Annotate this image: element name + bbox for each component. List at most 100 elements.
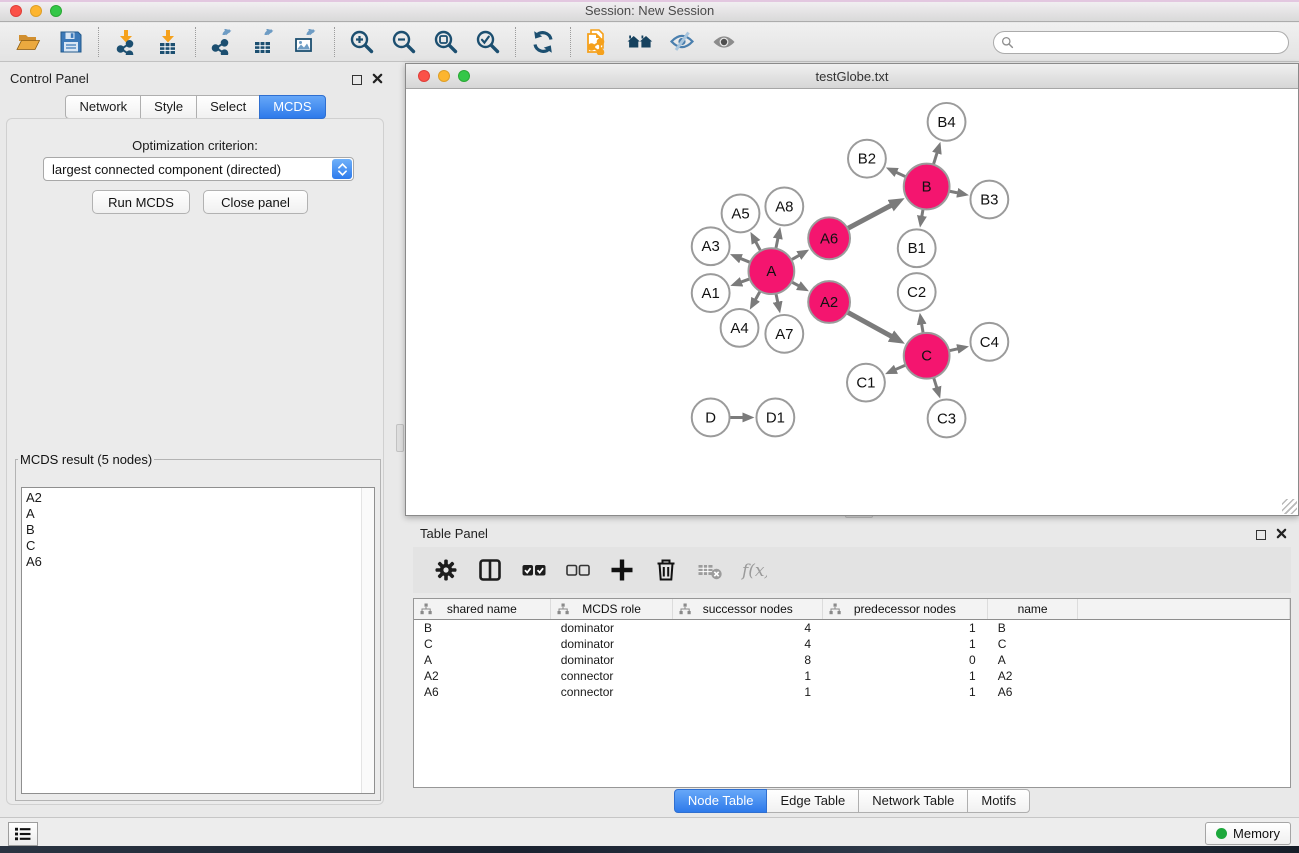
- open-file-button[interactable]: [8, 25, 50, 59]
- graph-node-A1[interactable]: A1: [692, 274, 730, 312]
- column-header-shared-name[interactable]: shared name: [414, 599, 551, 619]
- table-cell[interactable]: [1078, 636, 1290, 652]
- graph-node-D1[interactable]: D1: [756, 399, 794, 437]
- graph-node-B4[interactable]: B4: [928, 103, 966, 141]
- search-box[interactable]: [993, 31, 1289, 54]
- table-cell[interactable]: C: [414, 636, 551, 652]
- home-button[interactable]: [619, 25, 661, 59]
- tab-style[interactable]: Style: [140, 95, 197, 119]
- search-input[interactable]: [1019, 35, 1288, 50]
- criterion-select[interactable]: largest connected component (directed): [43, 157, 354, 181]
- close-panel-icon[interactable]: [372, 71, 383, 89]
- table-cell[interactable]: A6: [988, 684, 1079, 700]
- table-cell[interactable]: 8: [673, 652, 823, 668]
- table-cell[interactable]: [1078, 652, 1290, 668]
- table-cell[interactable]: dominator: [551, 636, 674, 652]
- graph-node-C3[interactable]: C3: [928, 400, 966, 438]
- table-cell[interactable]: 1: [823, 636, 988, 652]
- network-file-button[interactable]: [577, 25, 619, 59]
- save-session-button[interactable]: [50, 25, 92, 59]
- refresh-button[interactable]: [522, 25, 564, 59]
- zoom-fit-button[interactable]: [425, 25, 467, 59]
- table-cell[interactable]: A: [414, 652, 551, 668]
- table-cell[interactable]: 1: [673, 668, 823, 684]
- memory-button[interactable]: Memory: [1205, 822, 1291, 845]
- graph-node-C[interactable]: C: [904, 333, 950, 379]
- graph-node-A[interactable]: A: [748, 248, 794, 294]
- export-image-button[interactable]: [286, 25, 328, 59]
- table-cell[interactable]: 1: [823, 684, 988, 700]
- resize-grip-icon[interactable]: [1282, 499, 1297, 514]
- graph-node-A6[interactable]: A6: [808, 217, 850, 259]
- column-header-MCDS-role[interactable]: MCDS role: [551, 599, 674, 619]
- table-cell[interactable]: B: [414, 620, 551, 636]
- graph-node-A8[interactable]: A8: [765, 188, 803, 226]
- tab-node-table[interactable]: Node Table: [674, 789, 768, 813]
- result-scrollbar[interactable]: [361, 488, 374, 793]
- mcds-result-item[interactable]: B: [26, 522, 374, 538]
- graph-node-D[interactable]: D: [692, 399, 730, 437]
- table-cell[interactable]: A6: [414, 684, 551, 700]
- graph-node-C2[interactable]: C2: [898, 273, 936, 311]
- zoom-out-button[interactable]: [383, 25, 425, 59]
- graph-edge-A6-B[interactable]: [846, 205, 892, 229]
- graph-node-A7[interactable]: A7: [765, 315, 803, 353]
- delete-button[interactable]: [649, 553, 683, 587]
- graph-node-A5[interactable]: A5: [722, 195, 760, 233]
- export-network-button[interactable]: [202, 25, 244, 59]
- tab-edge-table[interactable]: Edge Table: [766, 789, 859, 813]
- tab-network[interactable]: Network: [65, 95, 141, 119]
- graph-node-B2[interactable]: B2: [848, 140, 886, 178]
- table-cell[interactable]: 4: [673, 620, 823, 636]
- table-cell[interactable]: A2: [414, 668, 551, 684]
- graph-node-B[interactable]: B: [904, 164, 950, 210]
- table-cell[interactable]: [1078, 668, 1290, 684]
- close-panel-button[interactable]: Close panel: [203, 190, 308, 214]
- add-button[interactable]: [605, 553, 639, 587]
- select-all-button[interactable]: [517, 553, 551, 587]
- network-canvas[interactable]: ABCA2A6A1A3A4A5A7A8B1B2B3B4C1C2C3C4DD1: [406, 90, 1298, 515]
- graph-node-B1[interactable]: B1: [898, 229, 936, 267]
- tab-network-table[interactable]: Network Table: [858, 789, 968, 813]
- gear-button[interactable]: [429, 553, 463, 587]
- tab-select[interactable]: Select: [196, 95, 260, 119]
- graph-node-B3[interactable]: B3: [970, 181, 1008, 219]
- hide-graphics-button[interactable]: [661, 25, 703, 59]
- deselect-all-button[interactable]: [561, 553, 595, 587]
- table-cell[interactable]: 1: [673, 684, 823, 700]
- table-cell[interactable]: [1078, 684, 1290, 700]
- table-cell[interactable]: C: [988, 636, 1079, 652]
- table-cell[interactable]: 1: [823, 620, 988, 636]
- column-header-successor-nodes[interactable]: successor nodes: [673, 599, 823, 619]
- table-cell[interactable]: A: [988, 652, 1079, 668]
- table-cell[interactable]: 1: [823, 668, 988, 684]
- float-table-panel-icon[interactable]: [1256, 530, 1266, 540]
- table-cell[interactable]: A2: [988, 668, 1079, 684]
- mcds-result-list[interactable]: A2ABCA6: [21, 487, 375, 794]
- import-network-button[interactable]: [105, 25, 147, 59]
- mcds-result-item[interactable]: C: [26, 538, 374, 554]
- table-cell[interactable]: 0: [823, 652, 988, 668]
- table-cell[interactable]: connector: [551, 684, 674, 700]
- tab-mcds[interactable]: MCDS: [259, 95, 325, 119]
- graph-node-C4[interactable]: C4: [970, 323, 1008, 361]
- column-header-predecessor-nodes[interactable]: predecessor nodes: [823, 599, 988, 619]
- table-cell[interactable]: 4: [673, 636, 823, 652]
- graph-node-C1[interactable]: C1: [847, 364, 885, 402]
- split-column-button[interactable]: [473, 553, 507, 587]
- export-table-button[interactable]: [244, 25, 286, 59]
- table-cell[interactable]: dominator: [551, 620, 674, 636]
- table-cell[interactable]: connector: [551, 668, 674, 684]
- table-cell[interactable]: B: [988, 620, 1079, 636]
- table-cell[interactable]: [1078, 620, 1290, 636]
- float-panel-icon[interactable]: [352, 75, 362, 85]
- show-graphics-button[interactable]: [703, 25, 745, 59]
- close-table-panel-icon[interactable]: [1276, 526, 1287, 544]
- zoom-selected-button[interactable]: [467, 25, 509, 59]
- tab-motifs[interactable]: Motifs: [967, 789, 1030, 813]
- mcds-result-item[interactable]: A2: [26, 490, 374, 506]
- graph-edge-A2-C[interactable]: [846, 311, 892, 336]
- zoom-in-button[interactable]: [341, 25, 383, 59]
- graph-node-A4[interactable]: A4: [721, 309, 759, 347]
- vertical-split-handle[interactable]: [396, 424, 404, 452]
